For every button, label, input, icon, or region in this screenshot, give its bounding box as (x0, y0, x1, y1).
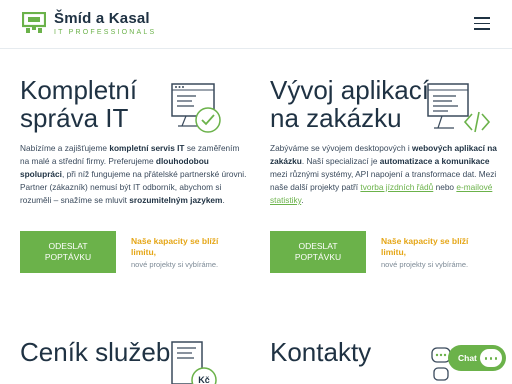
desc-highlight: srozumitelným jazykem (129, 195, 223, 205)
code-window-icon (427, 83, 491, 133)
company-logo-icon[interactable] (22, 12, 46, 34)
send-inquiry-button[interactable]: ODESLAT POPTÁVKU (270, 231, 366, 273)
capacity-notice: Naše kapacity se blíží limitu, (131, 236, 219, 257)
service-title-it-management: Kompletní správa IT (20, 76, 137, 132)
desc-text: . (301, 195, 304, 205)
price-list-kc-icon: Kč (171, 341, 217, 384)
capacity-notice: Naše kapacity se blíží limitu, (381, 236, 469, 257)
timetables-link[interactable]: tvorba jízdních řádů (360, 182, 433, 192)
desc-text: . (222, 195, 225, 205)
desc-text: nebo (433, 182, 457, 192)
button-label: ODESLAT (298, 241, 338, 251)
chat-bubble-icon (480, 349, 502, 367)
button-label: POPTÁVKU (294, 252, 342, 262)
title-line: na zakázku (270, 103, 402, 133)
chat-widget-button[interactable]: Chat (448, 345, 506, 371)
service-title-app-development: Vývoj aplikací na zakázku (270, 76, 429, 132)
button-label: POPTÁVKU (44, 252, 92, 262)
desc-text: Nabízíme a zajišťujeme (20, 143, 110, 153)
chat-label: Chat (458, 353, 477, 363)
title-line: správa IT (20, 103, 129, 133)
title-line: Kompletní (20, 75, 138, 105)
price-icon-label: Kč (198, 375, 210, 384)
capacity-subnote: nové projekty si vybíráme. (131, 260, 219, 269)
site-header: Šmíd a Kasal IT PROFESSIONALS (0, 0, 512, 48)
title-line: Vývoj aplikací (270, 75, 429, 105)
desc-text: Zabýváme se vývojem desktopových i (270, 143, 413, 153)
desc-highlight: automatizace a komunikace (379, 156, 490, 166)
send-inquiry-button[interactable]: ODESLAT POPTÁVKU (20, 231, 116, 273)
hamburger-menu-icon[interactable] (474, 17, 490, 30)
capacity-subnote: nové projekty si vybíráme. (381, 260, 469, 269)
button-label: ODESLAT (48, 241, 88, 251)
monitor-checkmark-icon (171, 83, 221, 133)
service-description: Zabýváme se vývojem desktopových i webov… (270, 142, 500, 207)
desc-highlight: kompletní servis IT (109, 143, 185, 153)
service-description: Nabízíme a zajišťujeme kompletní servis … (20, 142, 250, 207)
desc-text: . Naší specializací je (301, 156, 380, 166)
contacts-section-title: Kontakty (270, 337, 372, 367)
pricing-section-title: Ceník služeb (20, 337, 171, 367)
header-divider (0, 48, 512, 49)
brand-tagline: IT PROFESSIONALS (54, 29, 157, 36)
brand-name[interactable]: Šmíd a Kasal (54, 10, 150, 27)
